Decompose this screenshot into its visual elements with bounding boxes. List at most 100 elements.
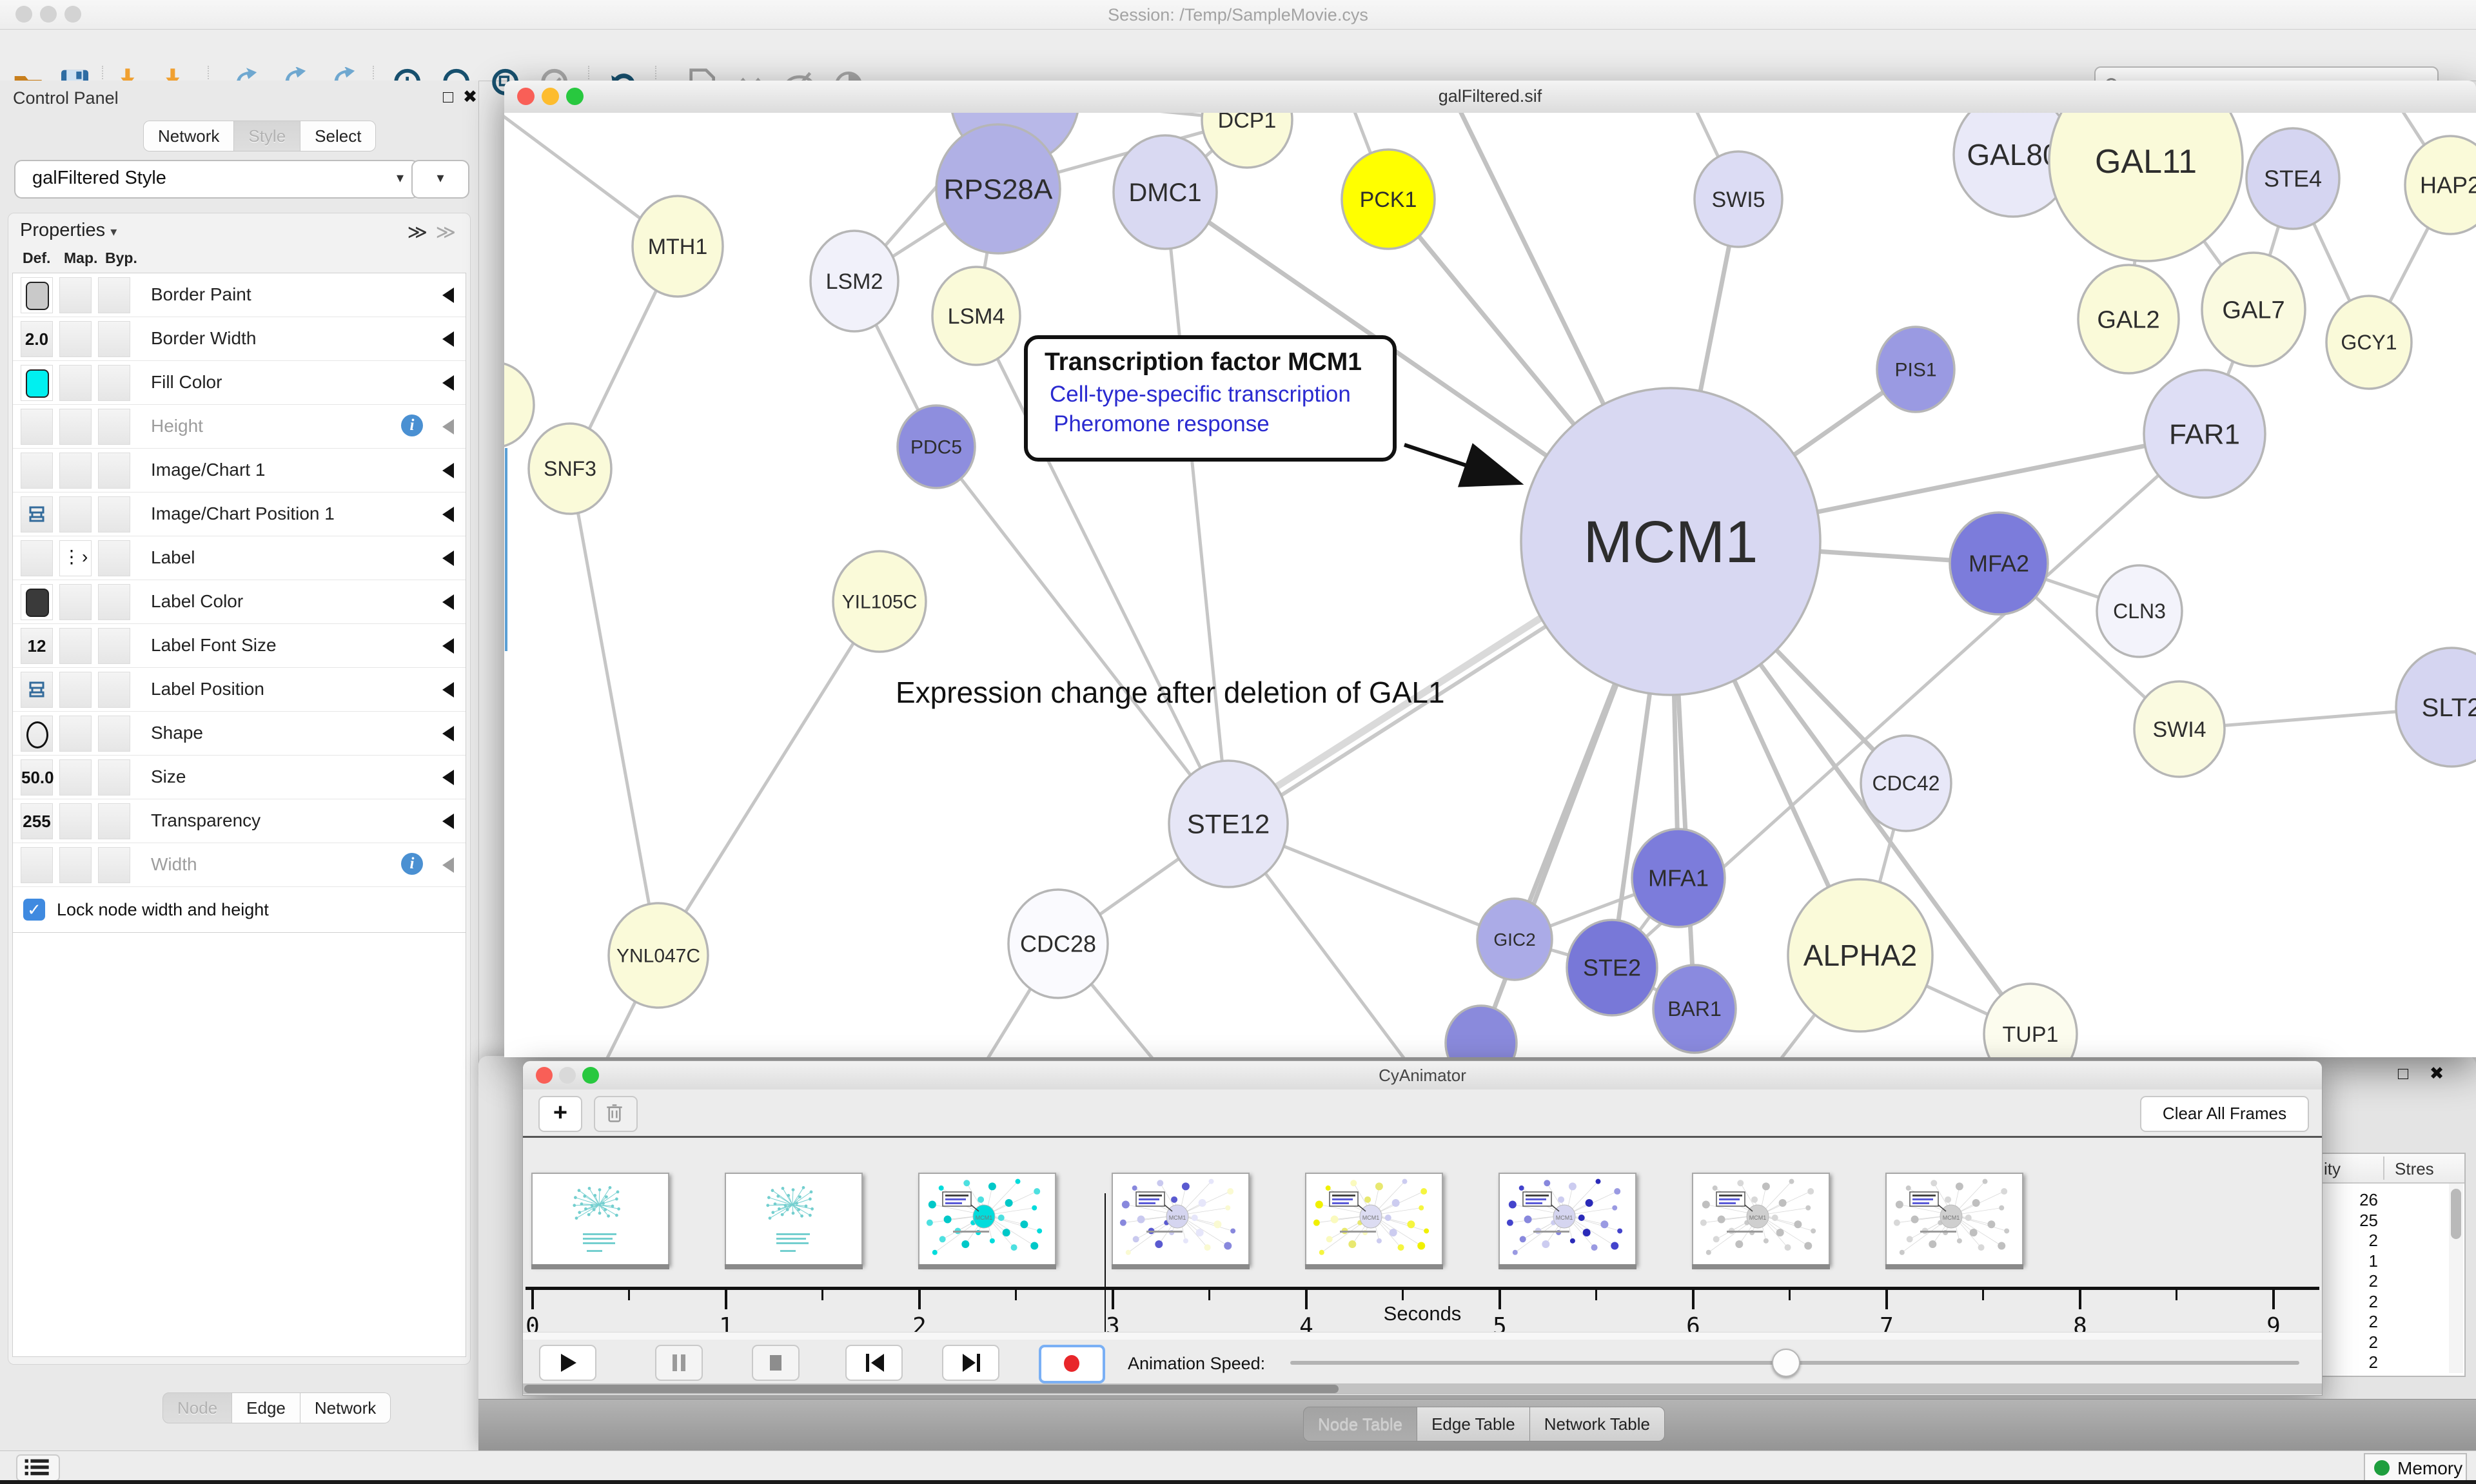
float-panel-icon[interactable]: □ [438,87,458,106]
bypass-cell[interactable] [98,716,130,752]
play-button[interactable] [539,1345,596,1381]
table-cell-value[interactable]: 2 [2320,1312,2378,1332]
network-node-mfa1[interactable]: MFA1 [1632,829,1725,927]
default-value-cell[interactable]: 12 [21,628,53,664]
table-cell-value[interactable]: 2 [2320,1231,2378,1251]
delete-frame-button[interactable] [594,1096,638,1132]
column-ity[interactable]: ity [2324,1159,2341,1179]
default-value-cell[interactable]: 255 [21,803,53,839]
timeline-frame-4[interactable]: MCM1 [1305,1173,1443,1265]
network-node-gal11[interactable]: GAL11 [2049,113,2243,261]
timeline-frame-6[interactable]: MCM1 [1692,1173,1830,1265]
default-value-cell[interactable]: 2.0 [21,321,53,357]
close-panel-icon[interactable]: ✖ [2427,1064,2446,1083]
timeline-frame-0[interactable] [531,1173,669,1265]
mapping-cell[interactable] [59,409,92,445]
network-node-gcy1[interactable]: GCY1 [2326,296,2412,389]
network-node-swi5[interactable]: SWI5 [1695,151,1782,247]
network-node-dcp1[interactable]: DCP1 [1202,113,1292,168]
tab-style[interactable]: Style [234,121,300,151]
record-button[interactable] [1039,1345,1105,1383]
network-node-hap2[interactable]: HAP2 [2405,136,2476,234]
property-row[interactable]: ⋮›Label [13,536,466,580]
network-node-cln3[interactable]: CLN3 [2097,565,2182,657]
mapping-cell[interactable] [59,453,92,489]
default-value-cell[interactable] [21,847,53,883]
tab-edge-table[interactable]: Edge Table [1417,1407,1530,1441]
property-row[interactable]: Widthi [13,843,466,887]
network-edge[interactable] [1165,192,1228,824]
annotation-link-2[interactable]: Pheromone response [1054,411,1270,437]
network-edge[interactable] [658,601,879,955]
tab-node-table[interactable]: Node Table [1303,1407,1417,1441]
network-canvas[interactable]: RPS28BDCP1RPS28ADMC1PCK1SWI5GAL80GAL11ST… [504,113,2476,1057]
table-cell-value[interactable]: 25 [2320,1211,2378,1231]
property-row[interactable]: Image/Chart Position 1 [13,493,466,536]
properties-header[interactable]: Properties ▾ [20,220,117,241]
expand-property-icon[interactable] [442,682,454,698]
network-edge[interactable] [570,469,658,955]
bypass-cell[interactable] [98,277,130,313]
network-window-titlebar[interactable]: galFiltered.sif [504,81,2476,113]
table-cell-value[interactable]: 2 [2320,1292,2378,1312]
expand-property-icon[interactable] [442,814,454,829]
mapping-cell[interactable]: ⋮› [59,540,92,576]
network-node-dmc1[interactable]: DMC1 [1114,135,1217,249]
network-node-lsm4[interactable]: LSM4 [932,267,1020,365]
expand-property-icon[interactable] [442,857,454,873]
skip-to-start-button[interactable] [845,1345,903,1381]
info-icon[interactable]: i [401,415,423,436]
bypass-cell[interactable] [98,759,130,796]
timeline-frame-1[interactable] [725,1173,863,1265]
expand-property-icon[interactable] [442,463,454,478]
network-node-pck1[interactable]: PCK1 [1342,150,1435,249]
bypass-cell[interactable] [98,672,130,708]
network-node-mfa2[interactable]: MFA2 [1950,513,2048,614]
expand-property-icon[interactable] [442,594,454,610]
timeline-frame-7[interactable]: MCM1 [1885,1173,2023,1265]
style-options-button[interactable]: ▾ [411,160,469,199]
network-node-bar1[interactable]: BAR1 [1653,965,1736,1053]
network-node-far1[interactable]: FAR1 [2144,370,2265,498]
bypass-cell[interactable] [98,453,130,489]
property-row[interactable]: 255Transparency [13,799,466,843]
property-row[interactable]: 2.0Border Width [13,317,466,361]
mapping-cell[interactable] [59,321,92,357]
table-cell-value[interactable]: 26 [2320,1190,2378,1210]
expand-property-icon[interactable] [442,551,454,566]
network-node-swi4[interactable]: SWI4 [2134,681,2225,777]
table-cell-value[interactable]: 2 [2320,1333,2378,1352]
close-panel-icon[interactable]: ✖ [460,87,480,106]
mapping-cell[interactable] [59,803,92,839]
expand-property-icon[interactable] [442,375,454,391]
property-row[interactable]: Image/Chart 1 [13,449,466,493]
stop-button[interactable] [752,1345,800,1381]
collapse-all-icon[interactable]: ≫ [436,221,456,244]
network-node-cdc42[interactable]: CDC42 [1861,736,1951,831]
expand-property-icon[interactable] [442,726,454,741]
tab-node[interactable]: Node [162,1392,232,1423]
bypass-cell[interactable] [98,321,130,357]
default-value-cell[interactable] [21,277,53,313]
property-row[interactable]: 50.0Size [13,756,466,799]
network-node-gal7[interactable]: GAL7 [2202,253,2305,366]
info-icon[interactable]: i [401,853,423,875]
network-node-cdc28[interactable]: CDC28 [1008,890,1108,998]
bypass-cell[interactable] [98,409,130,445]
tab-network-table[interactable]: Network Table [1530,1407,1665,1441]
default-value-cell[interactable] [21,409,53,445]
network-node-lsm2[interactable]: LSM2 [811,231,898,331]
lock-size-checkbox[interactable]: ✓ [23,899,45,921]
animation-speed-thumb[interactable] [1772,1349,1800,1377]
mapping-cell[interactable] [59,277,92,313]
expand-property-icon[interactable] [442,638,454,654]
network-node-alpha2[interactable]: ALPHA2 [1788,879,1932,1031]
timeline-frame-2[interactable]: MCM1 [918,1173,1056,1265]
bypass-cell[interactable] [98,540,130,576]
expand-property-icon[interactable] [442,419,454,434]
table-cell-value[interactable]: 1 [2320,1251,2378,1271]
bypass-cell[interactable] [98,628,130,664]
table-scrollbar[interactable] [2449,1184,2463,1373]
network-node-snf3[interactable]: SNF3 [529,424,611,514]
timeline-scrollbar[interactable] [523,1383,2322,1394]
